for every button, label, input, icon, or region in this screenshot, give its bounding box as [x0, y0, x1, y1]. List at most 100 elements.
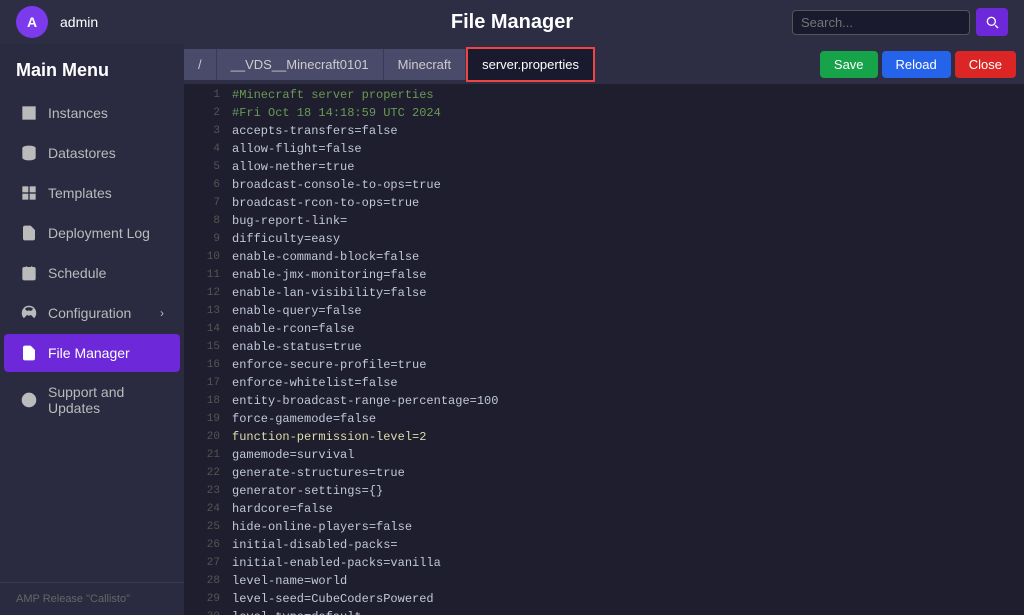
main-layout: Main Menu Instances Datastores Templates: [0, 44, 1024, 615]
line-number: 27: [192, 556, 220, 569]
line-number: 21: [192, 448, 220, 461]
save-button[interactable]: Save: [820, 51, 878, 78]
code-line: 13 enable-query=false: [184, 304, 1024, 322]
search-box[interactable]: [792, 10, 970, 35]
code-line: 3accepts-transfers=false: [184, 124, 1024, 142]
code-line: 1#Minecraft server properties: [184, 88, 1024, 106]
line-content: enable-status=true: [232, 340, 362, 354]
line-number: 2: [192, 106, 220, 119]
sidebar-item-schedule[interactable]: Schedule: [4, 254, 180, 292]
sidebar: Main Menu Instances Datastores Templates: [0, 44, 184, 615]
line-number: 28: [192, 574, 220, 587]
line-content: enable-lan-visibility=false: [232, 286, 426, 300]
line-number: 16: [192, 358, 220, 371]
line-content: entity-broadcast-range-percentage=100: [232, 394, 498, 408]
line-number: 4: [192, 142, 220, 155]
code-line: 2 #Fri Oct 18 14:18:59 UTC 2024: [184, 106, 1024, 124]
line-content: bug-report-link=: [232, 214, 347, 228]
sidebar-item-instances-label: Instances: [48, 105, 108, 121]
schedule-icon: [20, 264, 38, 282]
line-number: 9: [192, 232, 220, 245]
sidebar-item-support[interactable]: Support and Updates: [4, 374, 180, 426]
line-content: hide-online-players=false: [232, 520, 412, 534]
action-buttons: Save Reload Close: [812, 51, 1024, 78]
line-number: 3: [192, 124, 220, 137]
line-content: generator-settings={}: [232, 484, 383, 498]
code-line: 24 hardcore=false: [184, 502, 1024, 520]
code-line: 15 enable-status=true: [184, 340, 1024, 358]
line-number: 24: [192, 502, 220, 515]
line-content: initial-disabled-packs=: [232, 538, 398, 552]
line-content: difficulty=easy: [232, 232, 340, 246]
reload-button[interactable]: Reload: [882, 51, 951, 78]
line-content: enable-query=false: [232, 304, 362, 318]
chevron-right-icon: ›: [160, 306, 164, 320]
sidebar-item-datastores-label: Datastores: [48, 145, 116, 161]
breadcrumb: / __VDS__Minecraft0101 Minecraft server.…: [184, 47, 812, 82]
breadcrumb-server-props[interactable]: server.properties: [466, 47, 595, 82]
line-content: broadcast-rcon-to-ops=true: [232, 196, 419, 210]
search-input[interactable]: [801, 15, 961, 30]
sidebar-title: Main Menu: [0, 44, 184, 93]
sidebar-item-file-manager-label: File Manager: [48, 345, 130, 361]
line-number: 17: [192, 376, 220, 389]
sidebar-item-configuration[interactable]: Configuration ›: [4, 294, 180, 332]
line-content: enable-rcon=false: [232, 322, 354, 336]
line-number: 25: [192, 520, 220, 533]
line-content: hardcore=false: [232, 502, 333, 516]
sidebar-item-configuration-label: Configuration: [48, 305, 131, 321]
code-line: 18 entity-broadcast-range-percentage=100: [184, 394, 1024, 412]
deployment-log-icon: [20, 224, 38, 242]
code-line: 20function-permission-level=2: [184, 430, 1024, 448]
code-line: 28 level-name=world: [184, 574, 1024, 592]
code-line: 10enable-command-block=false: [184, 250, 1024, 268]
page-title: File Manager: [451, 11, 573, 34]
breadcrumb-vds[interactable]: __VDS__Minecraft0101: [217, 49, 384, 80]
code-line: 19force-gamemode=false: [184, 412, 1024, 430]
sidebar-item-deployment-log[interactable]: Deployment Log: [4, 214, 180, 252]
avatar: A: [16, 6, 48, 38]
line-number: 10: [192, 250, 220, 263]
close-button[interactable]: Close: [955, 51, 1016, 78]
breadcrumb-minecraft[interactable]: Minecraft: [384, 49, 466, 80]
line-content: generate-structures=true: [232, 466, 405, 480]
code-line: 17enforce-whitelist=false: [184, 376, 1024, 394]
line-number: 22: [192, 466, 220, 479]
search-icon: [984, 14, 1000, 30]
configuration-icon: [20, 304, 38, 322]
file-toolbar: / __VDS__Minecraft0101 Minecraft server.…: [184, 44, 1024, 84]
line-content: level-name=world: [232, 574, 347, 588]
file-manager-icon: [20, 344, 38, 362]
line-content: #Fri Oct 18 14:18:59 UTC 2024: [232, 106, 441, 120]
line-number: 15: [192, 340, 220, 353]
line-content: function-permission-level=2: [232, 430, 426, 444]
sidebar-item-datastores[interactable]: Datastores: [4, 134, 180, 172]
code-line: 7broadcast-rcon-to-ops=true: [184, 196, 1024, 214]
sidebar-item-instances[interactable]: Instances: [4, 94, 180, 132]
line-number: 29: [192, 592, 220, 605]
line-content: initial-enabled-packs=vanilla: [232, 556, 441, 570]
sidebar-item-support-label: Support and Updates: [48, 384, 164, 416]
line-number: 18: [192, 394, 220, 407]
code-line: 30level-type=default: [184, 610, 1024, 615]
sidebar-item-deployment-log-label: Deployment Log: [48, 225, 150, 241]
code-editor[interactable]: 1#Minecraft server properties2 #Fri Oct 1…: [184, 84, 1024, 615]
line-number: 30: [192, 610, 220, 615]
username-label: admin: [60, 14, 98, 30]
line-content: gamemode=survival: [232, 448, 354, 462]
sidebar-item-templates-label: Templates: [48, 185, 112, 201]
sidebar-item-templates[interactable]: Templates: [4, 174, 180, 212]
code-line: 21 gamemode=survival: [184, 448, 1024, 466]
sidebar-item-file-manager[interactable]: File Manager: [4, 334, 180, 372]
search-button[interactable]: [976, 8, 1008, 36]
line-number: 13: [192, 304, 220, 317]
code-line: 12enable-lan-visibility=false: [184, 286, 1024, 304]
sidebar-item-schedule-label: Schedule: [48, 265, 106, 281]
code-line: 29level-seed=CubeCodersPowered: [184, 592, 1024, 610]
content-area: / __VDS__Minecraft0101 Minecraft server.…: [184, 44, 1024, 615]
line-number: 6: [192, 178, 220, 191]
code-line: 26initial-disabled-packs=: [184, 538, 1024, 556]
breadcrumb-root[interactable]: /: [184, 49, 217, 80]
code-line: 11enable-jmx-monitoring=false: [184, 268, 1024, 286]
templates-icon: [20, 184, 38, 202]
